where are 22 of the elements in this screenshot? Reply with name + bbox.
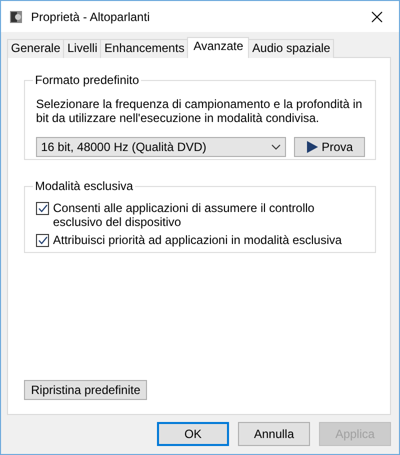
description-text: Selezionare la frequenza di campionamento e la profondità in bit da utilizzare nell'esecuzione in modalità condivisa. (36, 97, 364, 125)
group-title: Modalità esclusiva (33, 179, 136, 193)
speaker-icon (9, 10, 23, 24)
checkbox-label[interactable]: Consenti alle applicazioni di assumere il controllo esclusivo del dispositivo (53, 201, 365, 229)
tab[interactable]: Livelli (63, 39, 102, 58)
tab[interactable]: Avanzate (187, 37, 250, 58)
window-title: Proprietà - Altoparlanti (31, 8, 150, 26)
tab[interactable]: Enhancements (100, 39, 188, 58)
tab[interactable]: Audio spaziale (248, 39, 334, 58)
close-icon (371, 10, 383, 22)
tab[interactable]: Generale (7, 39, 64, 58)
checkbox-label[interactable]: Attribuisci priorità ad applicazioni in modalità esclusiva (53, 233, 342, 247)
dialog-button[interactable]: OK (157, 422, 229, 446)
group-title: Formato predefinito (33, 73, 142, 87)
play-icon (306, 141, 318, 153)
checkbox[interactable] (36, 202, 49, 215)
checkbox[interactable] (36, 234, 49, 247)
chevron-icon (270, 144, 281, 150)
test-button[interactable]: Prova (294, 137, 365, 157)
dialog-button[interactable]: Annulla (238, 422, 310, 446)
restore-defaults-button[interactable]: Ripristina predefinite (24, 380, 148, 400)
format-dropdown[interactable]: 16 bit, 48000 Hz (Qualità DVD) (36, 137, 286, 157)
